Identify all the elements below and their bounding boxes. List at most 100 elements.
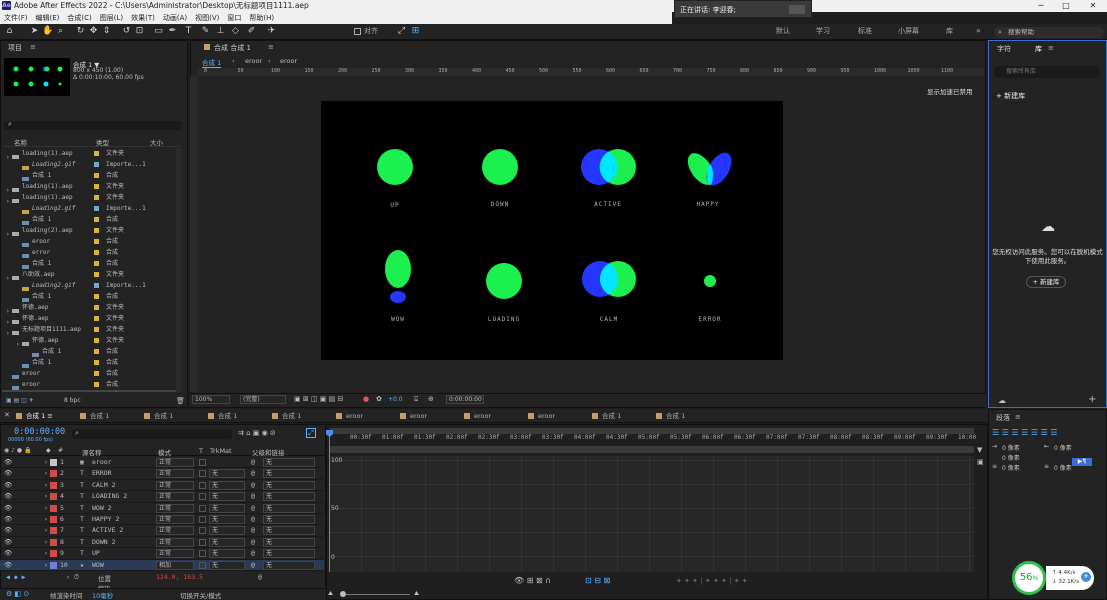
expand-chevron-icon[interactable]: › [44, 560, 48, 571]
project-item[interactable]: 合成 1 合成 [2, 258, 178, 269]
close-button[interactable]: ✕ [1082, 0, 1104, 12]
trkmat-dropdown[interactable]: 无 [209, 537, 245, 547]
pick-whip-icon[interactable]: @ [251, 503, 255, 514]
project-item[interactable]: Loading2.gif Importe...1 [2, 203, 178, 214]
workspace-small-screen[interactable]: 小屏幕 [898, 26, 919, 36]
project-item[interactable]: 合成 1 合成 [2, 214, 178, 225]
preserve-transparency-checkbox[interactable] [199, 550, 206, 558]
position-property-row[interactable]: ◀ ◆ ▶ › ⏱ 位置 124.0, 163.5 @ [0, 572, 326, 583]
expand-chevron-icon[interactable]: › [44, 525, 48, 536]
timeline-tab[interactable]: 合成 1 [144, 411, 173, 422]
pick-whip-icon[interactable]: @ [251, 514, 255, 525]
project-item[interactable]: ›loading(1).aep 文件夹 [2, 181, 178, 192]
pan-tool-icon[interactable]: ✥ [88, 26, 99, 37]
library-tab[interactable]: 库 [1035, 44, 1042, 54]
rectangle-tool-icon[interactable]: ▭ [153, 26, 164, 37]
menu-item-2[interactable]: 合成(C) [63, 12, 95, 24]
label-color-swatch[interactable] [94, 261, 99, 266]
trkmat-dropdown[interactable]: 无 [209, 492, 245, 502]
pen-tool-icon[interactable]: ✒ [167, 26, 178, 37]
snapshot-icon[interactable]: ⌺ [414, 395, 418, 404]
workspace-library[interactable]: 库 [946, 26, 953, 36]
parent-dropdown[interactable]: 无 [263, 469, 315, 479]
character-tab[interactable]: 字符 [997, 44, 1011, 54]
zoom-out-icon[interactable]: ⛰ [328, 590, 333, 598]
parent-dropdown[interactable]: 无 [263, 480, 315, 490]
timeline-tab[interactable]: 合成 1 [208, 411, 237, 422]
blend-mode-dropdown[interactable]: 正常 [156, 492, 194, 502]
project-item[interactable]: error 合成 [2, 247, 178, 258]
menu-item-0[interactable]: 文件(F) [0, 12, 32, 24]
layer-color-swatch[interactable] [50, 538, 57, 546]
crumb-1[interactable]: 合成 1 [202, 57, 222, 68]
header-parent[interactable]: 父级和链接 [252, 447, 285, 457]
pick-whip-icon[interactable]: @ [251, 560, 255, 571]
header-trkmat[interactable]: TrkMat [210, 447, 232, 455]
delete-icon[interactable]: 🗑 [176, 397, 185, 405]
eraser-tool-icon[interactable]: ◇ [230, 26, 241, 37]
project-item[interactable]: ›怀德.aep 文件夹 [2, 335, 178, 346]
pick-whip-icon[interactable]: @ [251, 480, 255, 491]
rotate-tool-icon[interactable]: ↺ [121, 26, 132, 37]
trkmat-dropdown[interactable]: 无 [209, 469, 245, 479]
indent-left-value[interactable]: 0 像素 [1002, 443, 1020, 452]
layer-row[interactable]: 👁 › 10 ★ WOW 相加 无 @ 无 [0, 559, 324, 571]
timeline-tab[interactable]: eroor [400, 411, 427, 422]
visibility-eye-icon[interactable]: 👁 [4, 514, 12, 525]
minimize-button[interactable]: ─ [1030, 0, 1052, 12]
pick-whip-icon[interactable]: @ [251, 548, 255, 559]
label-color-swatch[interactable] [94, 217, 99, 222]
timeline-tab[interactable]: 合成 1 [272, 411, 301, 422]
project-item[interactable]: 合成 1 合成 [2, 346, 178, 357]
space-after-value[interactable]: 0 像素 [1054, 463, 1072, 472]
project-item[interactable]: eroor 合成 [2, 368, 178, 379]
label-color-swatch[interactable] [94, 272, 99, 277]
graph-fit-icons[interactable]: ⊡ ⊟ ⊠ [585, 576, 610, 585]
hand-tool-icon[interactable]: ✋ [42, 26, 53, 37]
orbit-tool-icon[interactable]: ↻ [75, 26, 86, 37]
menu-item-6[interactable]: 视图(V) [191, 12, 223, 24]
keyframe-nav-icon[interactable]: ◀ ◆ ▶ [6, 573, 26, 581]
visibility-eye-icon[interactable]: 👁 [4, 560, 12, 571]
layer-row[interactable]: 👁 › 3 T CALM 2 正常 无 @ 无 [0, 480, 324, 492]
stopwatch-icon[interactable]: › ⏱ [66, 573, 79, 582]
label-color-swatch[interactable] [94, 162, 99, 167]
trkmat-dropdown[interactable]: 无 [209, 515, 245, 524]
preserve-transparency-checkbox[interactable] [199, 561, 206, 569]
puppet-tool-icon[interactable]: ✈ [266, 26, 277, 37]
expand-chevron-icon[interactable]: › [44, 548, 48, 559]
pick-whip-icon[interactable]: @ [251, 537, 255, 548]
timeline-tab[interactable]: 合成 1 [656, 411, 685, 422]
blend-mode-dropdown[interactable]: 正常 [156, 537, 194, 547]
label-color-swatch[interactable] [94, 327, 99, 332]
layer-color-swatch[interactable] [50, 516, 57, 523]
layer-row[interactable]: 👁 › 1 ▣ eroor 正常 @ 无 [0, 457, 324, 469]
layer-row[interactable]: 👁 › 6 T HAPPY 2 正常 无 @ 无 [0, 514, 324, 526]
camera-tool-icon[interactable]: ⊡ [134, 26, 145, 37]
panel-menu-icon[interactable]: ≡ [268, 43, 274, 51]
graph-editor-icon[interactable]: ⤢ [306, 428, 316, 438]
header-t[interactable]: T [199, 447, 203, 455]
timeline-timecode[interactable]: 0:00:00:00 [14, 427, 65, 437]
crumb-3[interactable]: eroor [280, 57, 297, 65]
parent-dropdown[interactable]: 无 [263, 458, 315, 467]
label-color-swatch[interactable] [94, 195, 99, 200]
roto-tool-icon[interactable]: ✐ [246, 26, 257, 37]
clone-tool-icon[interactable]: ⊥ [215, 26, 226, 37]
layer-color-swatch[interactable] [50, 481, 57, 489]
layer-color-swatch[interactable] [50, 527, 57, 535]
visibility-eye-icon[interactable]: 👁 [4, 457, 12, 468]
workspace-learn[interactable]: 学习 [816, 26, 830, 36]
timeline-tab[interactable]: eroor [464, 411, 491, 422]
project-item[interactable]: Loading2.gif Importe...1 [2, 280, 178, 291]
exposure-value[interactable]: +0.0 [388, 396, 403, 403]
preserve-transparency-checkbox[interactable] [199, 527, 206, 535]
label-color-swatch[interactable] [94, 206, 99, 211]
preserve-transparency-checkbox[interactable] [199, 459, 206, 466]
library-search-input[interactable]: 搜索所有库 [994, 66, 1100, 78]
panel-menu-icon[interactable]: ≡ [30, 43, 36, 51]
timeline-tab[interactable]: eroor [528, 411, 555, 422]
label-color-swatch[interactable] [94, 338, 99, 343]
parent-dropdown[interactable]: 无 [263, 560, 315, 570]
timeline-tab[interactable]: 合成 1 [80, 411, 109, 422]
